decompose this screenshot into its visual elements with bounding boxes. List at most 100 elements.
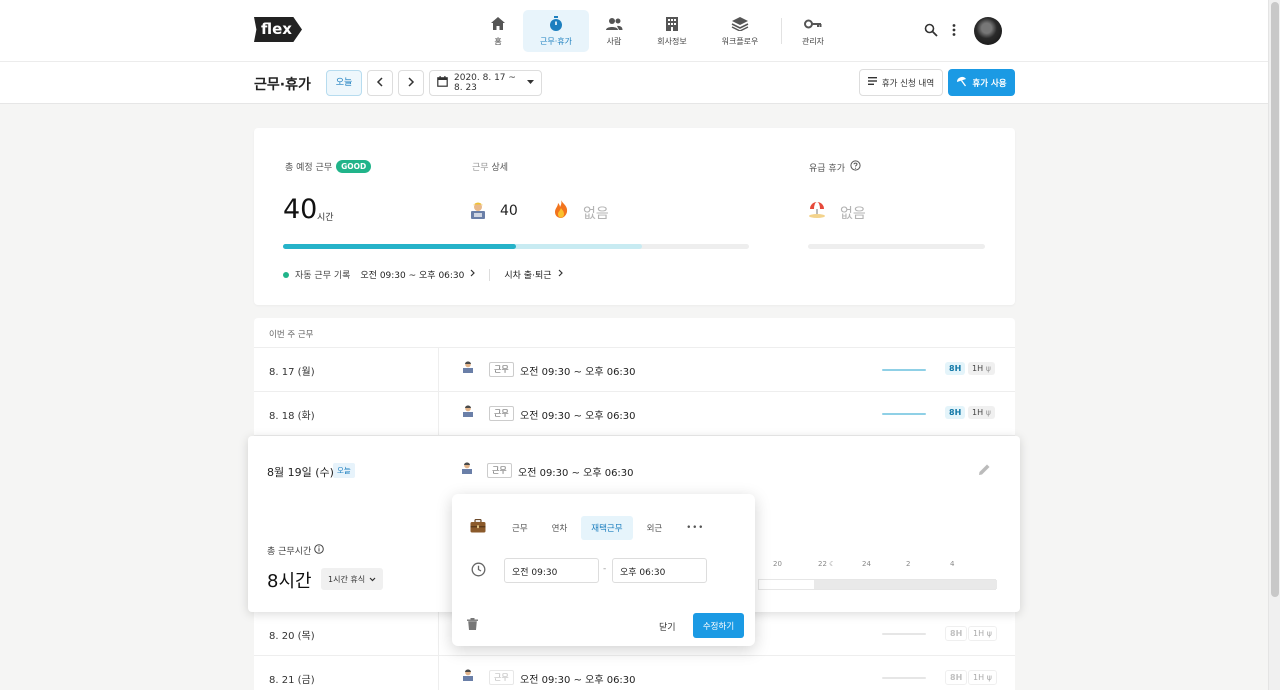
worker-emoji-icon	[469, 201, 487, 219]
start-time-input[interactable]: 오전 09:30	[504, 558, 599, 583]
moon-icon: ☾	[829, 560, 836, 568]
timeline-label-value: 22	[818, 560, 827, 568]
work-time: 오전 09:30 ~ 오후 06:30	[520, 675, 636, 686]
nav-item-people[interactable]: 사람	[591, 10, 637, 52]
page-header: 근무·휴가 오늘 2020. 8. 17 ~ 8. 23 휴가 신청 내역 휴가…	[0, 62, 1268, 104]
weekly-header: 이번 주 근무	[254, 318, 1015, 348]
tab-field-work[interactable]: 외근	[637, 516, 673, 540]
umbrella-icon	[956, 76, 967, 90]
work-timeline-bar	[882, 369, 926, 371]
day-date: 8. 20 (목)	[269, 631, 315, 642]
break-value: 1H	[973, 673, 985, 682]
timeline-label: 24	[862, 560, 871, 568]
hours-badge: 8H	[945, 362, 966, 375]
total-hours-value: 40	[283, 194, 318, 225]
end-time-input[interactable]: 오후 06:30	[612, 558, 707, 583]
worker-icon	[461, 462, 473, 477]
close-button[interactable]: 닫기	[659, 620, 676, 633]
nav-label-company: 회사정보	[657, 36, 687, 46]
status-dot	[283, 271, 289, 278]
work-progress-bar	[283, 244, 749, 249]
layers-icon	[731, 16, 749, 32]
today-button[interactable]: 오늘	[326, 70, 362, 96]
beach-emoji-icon	[808, 200, 826, 218]
tab-remote-work[interactable]: 재택근무	[581, 516, 633, 540]
day-row[interactable]: 8. 17 (월) 근무 오전 09:30 ~ 오후 06:30 8H 1H ψ	[254, 348, 1015, 392]
save-button[interactable]: 수정하기	[693, 613, 744, 638]
more-tabs-button[interactable]: •••	[676, 516, 714, 540]
chevron-right-icon	[470, 269, 476, 280]
work-timeline-bar	[882, 413, 926, 415]
flex-logo[interactable]: flex	[254, 17, 302, 42]
nav-item-company[interactable]: 회사정보	[639, 10, 705, 52]
timeline-label: 2	[906, 560, 911, 568]
nav-item-admin[interactable]: 관리자	[790, 10, 836, 52]
fire-emoji-icon	[552, 200, 570, 218]
timeline-label: 4	[950, 560, 955, 568]
leave-history-label: 휴가 신청 내역	[881, 78, 935, 89]
info-icon[interactable]	[314, 544, 325, 557]
nav-item-workflow[interactable]: 워크플로우	[707, 10, 773, 52]
trash-icon[interactable]	[467, 618, 478, 633]
work-type-tag: 근무	[489, 670, 514, 685]
clock-icon	[471, 562, 486, 580]
work-type-tabs: 근무 연차 재택근무 외근 •••	[502, 516, 714, 540]
next-week-button[interactable]	[398, 70, 424, 96]
edit-work-popup: 근무 연차 재택근무 외근 ••• 오전 09:30 - 오후 06:30 닫기…	[452, 494, 755, 646]
briefcase-icon	[470, 518, 486, 536]
search-icon[interactable]	[924, 23, 938, 40]
help-circle-icon[interactable]	[850, 160, 861, 174]
timeline-label: 22 ☾	[818, 560, 835, 568]
top-actions	[924, 17, 1002, 45]
day-row[interactable]: 8. 18 (화) 근무 오전 09:30 ~ 오후 06:30 8H 1H ψ	[254, 392, 1015, 436]
flex-commute-link[interactable]: 시차 출·퇴근	[504, 268, 551, 281]
prev-week-button[interactable]	[367, 70, 393, 96]
total-scheduled-section: 총 예정 근무 GOOD	[285, 160, 372, 173]
nav-item-work-leave[interactable]: 근무·휴가	[523, 10, 589, 52]
main-nav: 홈 근무·휴가 사람 회사정보 워크플로우 관리자	[475, 10, 836, 52]
more-vertical-icon[interactable]	[952, 23, 956, 40]
home-icon	[489, 16, 507, 32]
chevron-right-icon	[558, 269, 563, 280]
leave-history-button[interactable]: 휴가 신청 내역	[859, 69, 943, 96]
auto-record-value[interactable]: 오전 09:30 ~ 오후 06:30	[360, 268, 464, 281]
total-work-time-label: 총 근무시간	[267, 547, 312, 557]
paid-leave-progress-bar	[808, 244, 985, 249]
work-time: 오전 09:30 ~ 오후 06:30	[520, 367, 636, 378]
use-leave-button[interactable]: 휴가 사용	[948, 69, 1015, 96]
date-range-picker[interactable]: 2020. 8. 17 ~ 8. 23	[429, 70, 542, 96]
building-icon	[663, 16, 681, 32]
edit-pencil-icon[interactable]	[978, 463, 991, 479]
tab-work[interactable]: 근무	[502, 516, 538, 540]
day-date: 8. 17 (월)	[269, 367, 315, 378]
break-dropdown[interactable]: 1시간 휴식	[321, 568, 384, 590]
calendar-icon	[437, 76, 448, 90]
nav-item-home[interactable]: 홈	[475, 10, 521, 52]
detail-overtime-value: 없음	[583, 206, 609, 222]
break-value: 1H	[973, 629, 985, 638]
date-range-text: 2020. 8. 17 ~ 8. 23	[454, 73, 516, 93]
break-value: 1H	[972, 408, 984, 417]
paid-leave-section: 유급 휴가	[809, 160, 861, 174]
top-navigation: flex 홈 근무·휴가 사람 회사정보 워크플로우 관리자	[0, 0, 1268, 62]
break-badge: 1H ψ	[968, 670, 997, 685]
nav-label-work-leave: 근무·휴가	[540, 36, 572, 46]
chevron-down-icon	[369, 575, 376, 584]
scrollbar-thumb[interactable]	[1271, 2, 1279, 597]
row-divider	[438, 348, 439, 392]
utensils-icon: ψ	[986, 629, 992, 638]
row-divider	[438, 392, 439, 436]
hours-badge: 8H	[945, 670, 968, 685]
user-avatar[interactable]	[974, 17, 1002, 45]
total-scheduled-label: 총 예정 근무	[285, 163, 333, 173]
hours-badge: 8H	[945, 406, 966, 419]
row-divider	[438, 612, 439, 656]
tab-annual-leave[interactable]: 연차	[542, 516, 578, 540]
nav-divider	[781, 18, 782, 44]
page-scrollbar[interactable]	[1268, 0, 1280, 690]
worker-icon	[462, 669, 474, 684]
auto-record-row: 자동 근무 기록 오전 09:30 ~ 오후 06:30 시차 출·퇴근	[283, 268, 563, 281]
day-row[interactable]: 8. 21 (금) 근무 오전 09:30 ~ 오후 06:30 8H 1H ψ	[254, 656, 1015, 690]
work-type-tag: 근무	[487, 463, 512, 478]
people-icon	[605, 16, 623, 32]
